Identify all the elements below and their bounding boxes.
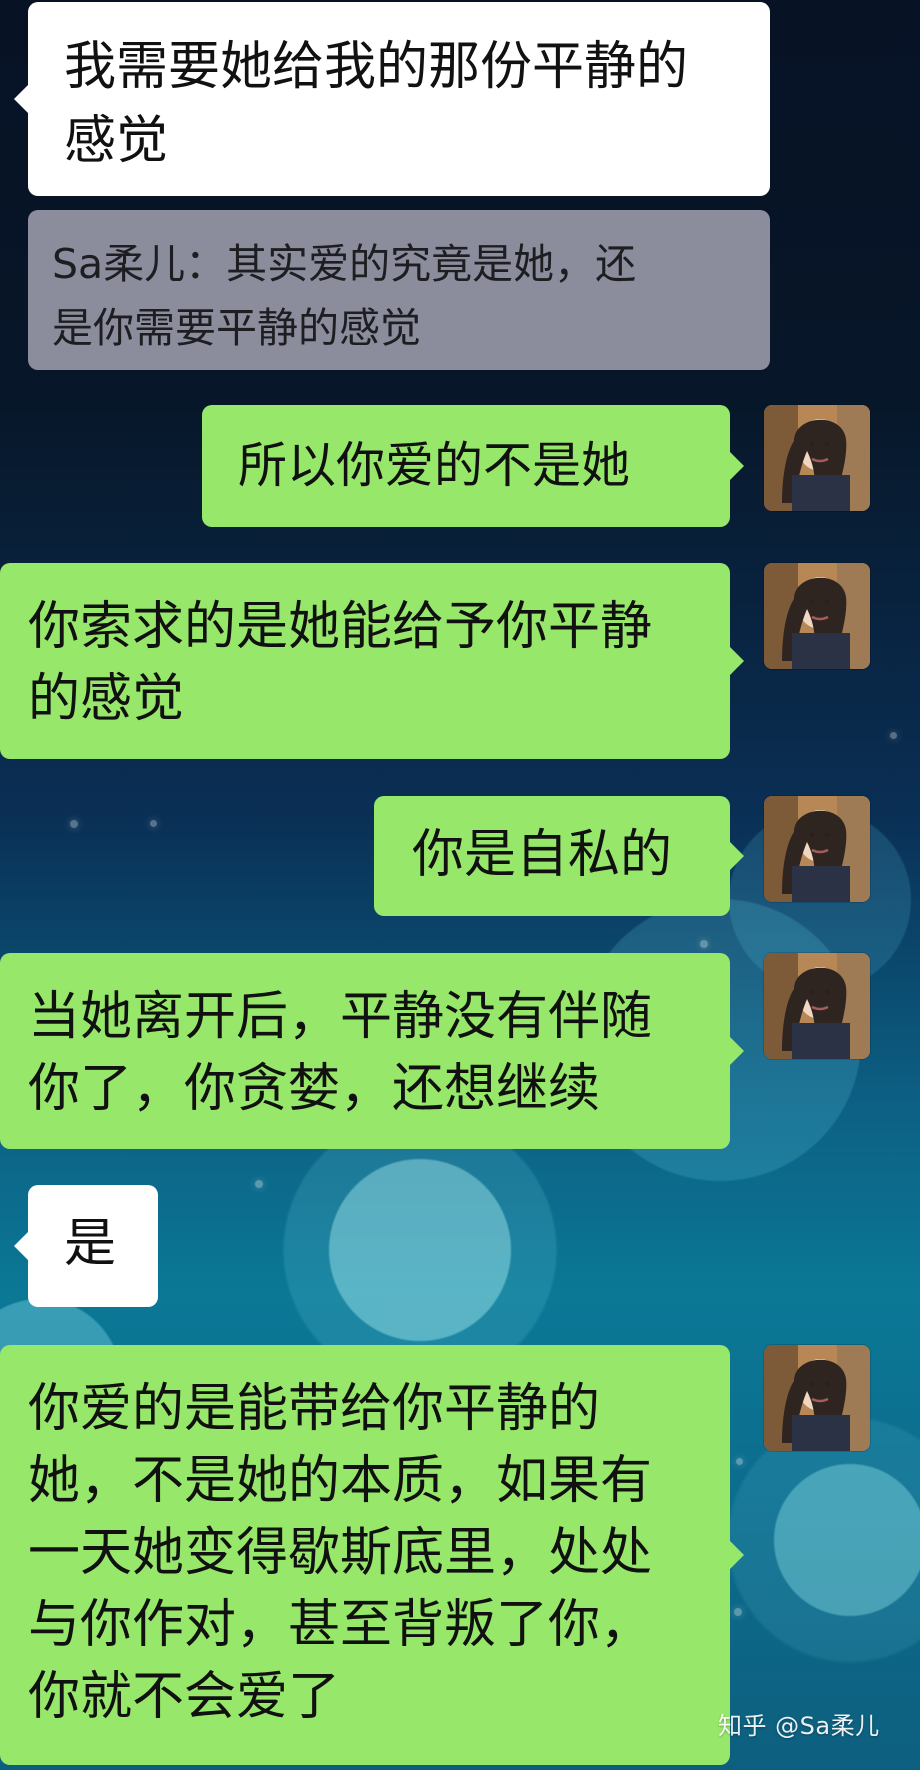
zhihu-watermark: 知乎 @Sa柔儿	[718, 1712, 880, 1740]
message-bubble-incoming-2[interactable]: 是	[28, 1185, 158, 1307]
background-sparkle	[700, 940, 708, 948]
message-bubble-outgoing-3[interactable]: 你是自私的	[374, 796, 730, 916]
user-avatar[interactable]	[764, 405, 870, 511]
background-sparkle	[150, 820, 157, 827]
user-avatar[interactable]	[764, 563, 870, 669]
user-avatar[interactable]	[764, 1345, 870, 1451]
quoted-message-bubble[interactable]: Sa柔儿：其实爱的究竟是她，还 是你需要平静的感觉	[28, 210, 770, 370]
message-bubble-outgoing-1[interactable]: 所以你爱的不是她	[202, 405, 730, 527]
background-sparkle	[890, 732, 897, 739]
message-bubble-incoming-1[interactable]: 我需要她给我的那份平静的 感觉	[28, 2, 770, 196]
user-avatar[interactable]	[764, 953, 870, 1059]
message-bubble-outgoing-2[interactable]: 你索求的是她能给予你平静 的感觉	[0, 563, 730, 759]
message-bubble-outgoing-5[interactable]: 你爱的是能带给你平静的 她，不是她的本质，如果有 一天她变得歇斯底里，处处 与你…	[0, 1345, 730, 1765]
background-sparkle	[255, 1180, 263, 1188]
background-sparkle	[734, 1608, 742, 1616]
background-sparkle	[736, 1458, 743, 1465]
message-bubble-outgoing-4[interactable]: 当她离开后，平静没有伴随 你了，你贪婪，还想继续	[0, 953, 730, 1149]
background-sparkle	[70, 820, 78, 828]
user-avatar[interactable]	[764, 796, 870, 902]
